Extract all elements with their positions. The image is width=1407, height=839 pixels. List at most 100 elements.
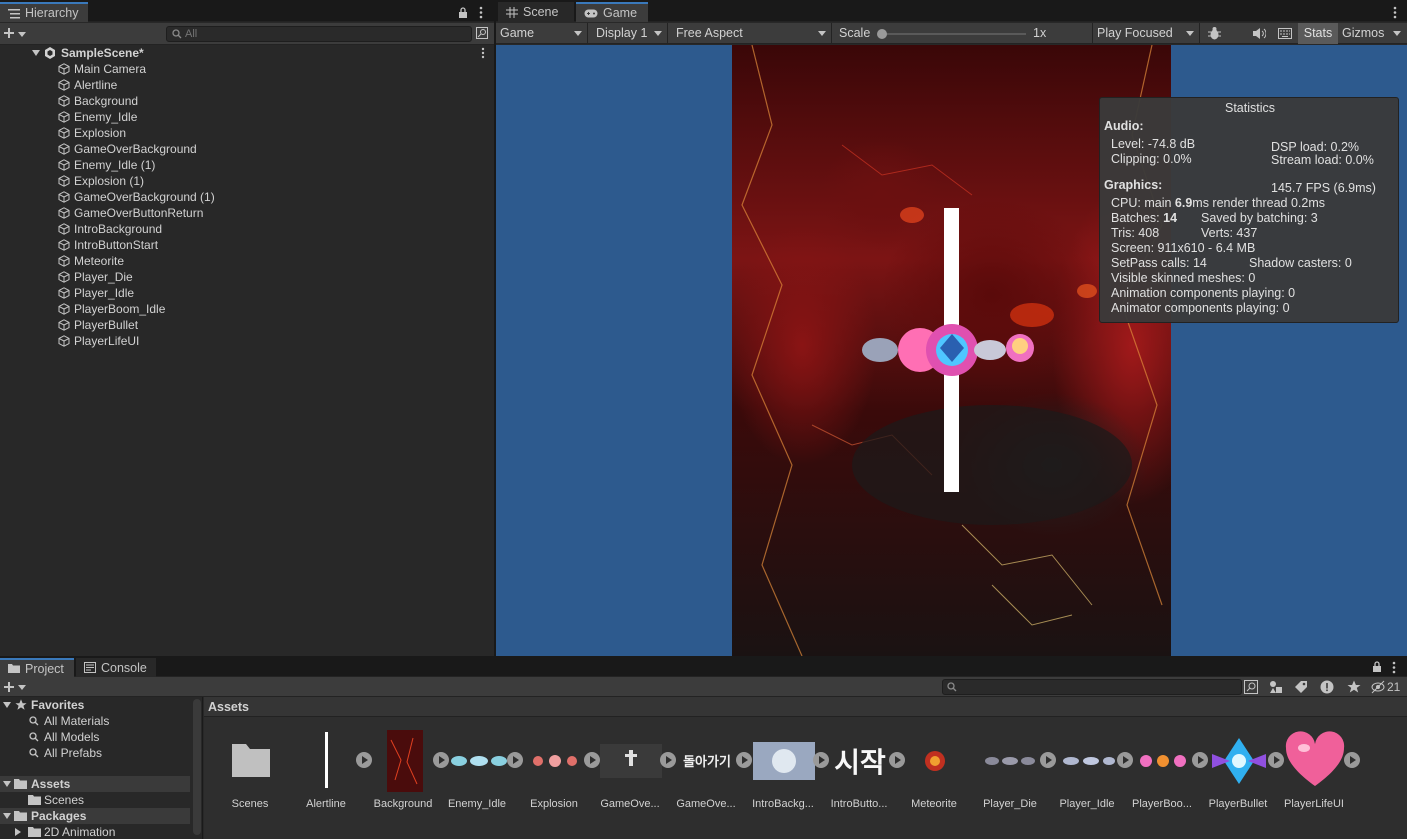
asset-item[interactable]: Explosion: [516, 730, 592, 820]
favorite-all-materials[interactable]: All Materials: [0, 713, 190, 729]
game-canvas[interactable]: Statistics Audio: Level: -74.8 dB Clippi…: [496, 45, 1407, 656]
hierarchy-item[interactable]: IntroBackground: [0, 221, 494, 237]
chevron-down-icon[interactable]: [32, 50, 40, 56]
hierarchy-item[interactable]: Explosion (1): [0, 173, 494, 189]
tree-scrollbar[interactable]: [193, 699, 201, 835]
more-icon[interactable]: [1392, 6, 1398, 19]
chevron-down-icon[interactable]: [3, 813, 11, 819]
game-mode-dropdown[interactable]: Game: [496, 23, 588, 44]
hierarchy-item[interactable]: Explosion: [0, 125, 494, 141]
tab-game[interactable]: Game: [576, 2, 648, 22]
stats-skinned: Visible skinned meshes: 0: [1111, 271, 1256, 285]
stats-graphics-header: Graphics:: [1104, 178, 1163, 192]
hierarchy-item-label: PlayerBullet: [74, 318, 139, 332]
hierarchy-item-label: Explosion: [74, 126, 127, 140]
hierarchy-item[interactable]: GameOverButtonReturn: [0, 205, 494, 221]
asset-item[interactable]: GameOve...: [592, 730, 668, 820]
star-icon[interactable]: [1347, 680, 1361, 694]
hierarchy-item[interactable]: Meteorite: [0, 253, 494, 269]
plus-icon[interactable]: [4, 682, 14, 692]
asset-item[interactable]: PlayerLifeUI: [1276, 730, 1352, 820]
hierarchy-search-input[interactable]: [166, 26, 472, 42]
hidden-packages-icon[interactable]: [1371, 680, 1385, 694]
asset-item[interactable]: Background: [365, 730, 441, 820]
game-toolbar: Game Display 1 Free Aspect Scale 1x Play…: [496, 23, 1407, 44]
hierarchy-item[interactable]: Enemy_Idle (1): [0, 157, 494, 173]
display-dropdown[interactable]: Display 1: [592, 23, 668, 44]
lock-icon[interactable]: [458, 7, 468, 18]
asset-item[interactable]: Player_Die: [972, 730, 1048, 820]
search-options-icon[interactable]: [476, 27, 488, 39]
hierarchy-item[interactable]: PlayerBullet: [0, 317, 494, 333]
search-options-icon[interactable]: [1244, 680, 1258, 694]
plus-icon[interactable]: [4, 28, 14, 38]
assets-breadcrumb[interactable]: Assets: [204, 697, 1407, 717]
scenes-folder[interactable]: Scenes: [0, 792, 190, 808]
hierarchy-item[interactable]: IntroButtonStart: [0, 237, 494, 253]
lock-icon[interactable]: [1372, 661, 1382, 672]
anim2d-package[interactable]: 2D Animation: [0, 824, 190, 839]
hierarchy-item-label: Player_Idle: [74, 286, 135, 300]
tab-scene[interactable]: Scene: [498, 2, 574, 22]
keyboard-icon[interactable]: [1278, 28, 1292, 39]
asset-item[interactable]: Scenes: [212, 730, 288, 820]
chevron-down-icon[interactable]: [18, 32, 26, 37]
tab-project[interactable]: Project: [0, 658, 74, 677]
hierarchy-item[interactable]: Background: [0, 93, 494, 109]
asset-item[interactable]: 돌아가기 GameOve...: [668, 730, 744, 820]
hierarchy-item-label: PlayerBoom_Idle: [74, 302, 166, 316]
chevron-down-icon[interactable]: [18, 685, 26, 690]
label-icon[interactable]: [1294, 680, 1308, 694]
hierarchy-item[interactable]: PlayerLifeUI: [0, 333, 494, 349]
scale-slider-handle[interactable]: [877, 29, 887, 39]
stats-cpu-prefix: CPU: main: [1111, 196, 1175, 210]
speaker-icon[interactable]: [1253, 28, 1266, 39]
expand-sprite-button[interactable]: [1344, 752, 1360, 768]
chevron-down-icon[interactable]: [1393, 31, 1401, 36]
scale-slider-track[interactable]: [880, 33, 1026, 35]
filter-type-icon[interactable]: [1269, 680, 1283, 694]
hierarchy-item[interactable]: Enemy_Idle: [0, 109, 494, 125]
gameobject-cube-icon: [58, 207, 70, 219]
bug-icon[interactable]: [1207, 26, 1222, 41]
hierarchy-item[interactable]: GameOverBackground: [0, 141, 494, 157]
chevron-right-icon[interactable]: [15, 828, 21, 836]
unity-scene-icon: [45, 47, 55, 59]
aspect-dropdown[interactable]: Free Aspect: [672, 23, 832, 44]
packages-folder[interactable]: Packages: [0, 808, 190, 824]
more-icon[interactable]: [1391, 661, 1397, 674]
hierarchy-item[interactable]: GameOverBackground (1): [0, 189, 494, 205]
favorite-all-prefabs[interactable]: All Prefabs: [0, 745, 190, 761]
stats-toggle[interactable]: Stats: [1298, 23, 1338, 44]
hierarchy-item[interactable]: Player_Die: [0, 269, 494, 285]
more-icon[interactable]: [478, 6, 484, 19]
chevron-down-icon[interactable]: [3, 702, 11, 708]
aspect-value: Free Aspect: [676, 26, 743, 40]
hierarchy-item[interactable]: Player_Idle: [0, 285, 494, 301]
asset-item[interactable]: PlayerBoo...: [1124, 730, 1200, 820]
tab-console[interactable]: Console: [76, 658, 156, 677]
hierarchy-item[interactable]: Main Camera: [0, 61, 494, 77]
asset-item[interactable]: Player_Idle: [1049, 730, 1125, 820]
asset-item[interactable]: Alertline: [288, 730, 364, 820]
asset-item[interactable]: Enemy_Idle: [439, 730, 515, 820]
hierarchy-item[interactable]: Alertline: [0, 77, 494, 93]
asset-item[interactable]: Meteorite: [896, 730, 972, 820]
tab-hierarchy[interactable]: Hierarchy: [0, 2, 88, 22]
hierarchy-item-label: Player_Die: [74, 270, 133, 284]
assets-folder[interactable]: Assets: [0, 776, 190, 792]
asset-item[interactable]: IntroBackg...: [745, 730, 821, 820]
gizmos-button[interactable]: Gizmos: [1342, 23, 1384, 44]
more-icon[interactable]: [480, 47, 486, 59]
play-mode-dropdown[interactable]: Play Focused: [1092, 23, 1200, 44]
favorites-header[interactable]: Favorites: [0, 697, 190, 713]
stats-saved-batching: Saved by batching: 3: [1201, 211, 1318, 225]
scene-root[interactable]: SampleScene*: [0, 45, 494, 61]
warning-filter-icon[interactable]: [1320, 680, 1334, 694]
chevron-down-icon[interactable]: [3, 781, 11, 787]
project-search-input[interactable]: [942, 679, 1242, 695]
asset-item[interactable]: PlayerBullet: [1200, 730, 1276, 820]
favorite-all-models[interactable]: All Models: [0, 729, 190, 745]
asset-item[interactable]: 시작 IntroButto...: [821, 730, 897, 820]
hierarchy-item[interactable]: PlayerBoom_Idle: [0, 301, 494, 317]
